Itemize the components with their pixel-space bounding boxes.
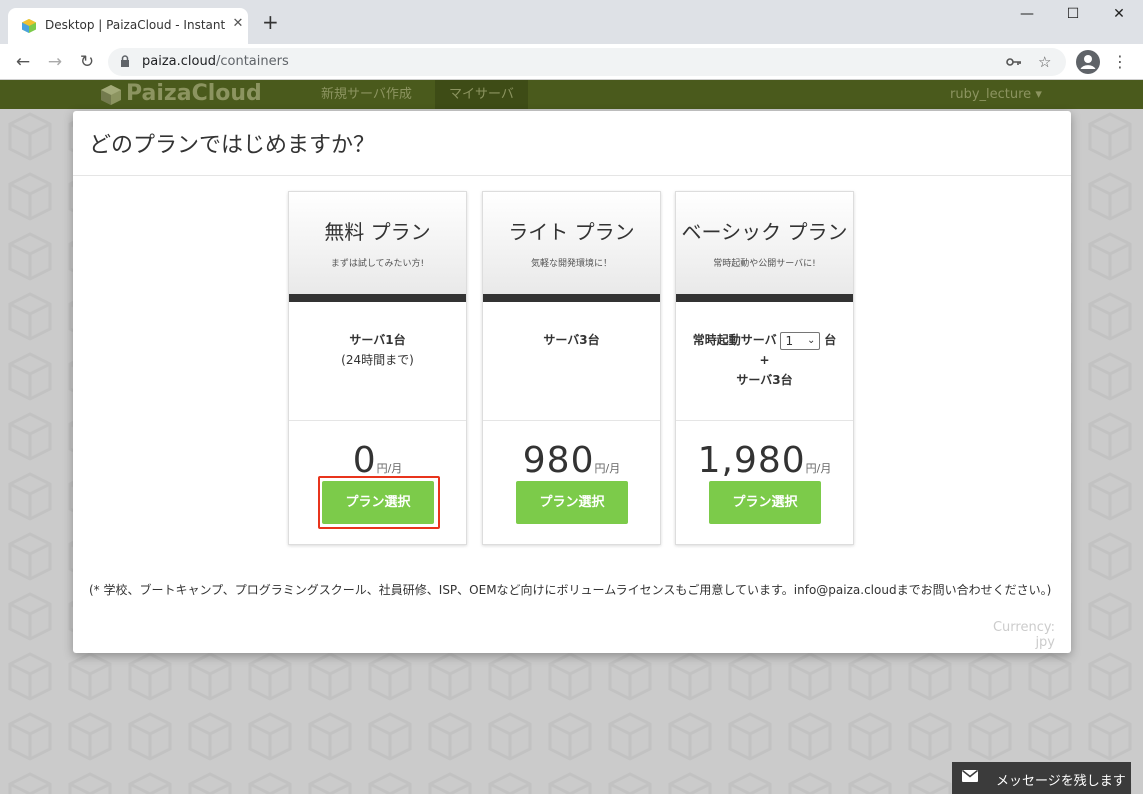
plan-card-lite: ライト プラン 気軽な開発環境に！ サーバ3台 980円/月 プラン選択 [482, 191, 661, 545]
plan-tagline: 気軽な開発環境に！ [530, 259, 612, 269]
plan-price: 980円/月 [483, 440, 660, 481]
plan-separator [289, 420, 466, 421]
lock-icon [121, 55, 129, 67]
plan-servers: サーバ3台 [736, 373, 793, 387]
volume-license-note: (* 学校、ブートキャンプ、プログラミングスクール、社員研修、ISP、OEMなど… [89, 583, 1052, 597]
plan-header: 無料 プラン まずは試してみたい方! [289, 192, 466, 294]
modal-title: どのプランではじめますか？ [89, 133, 376, 158]
profile-avatar-icon[interactable] [1076, 50, 1100, 74]
new-tab-button[interactable]: + [262, 12, 279, 32]
leave-message-widget[interactable]: メッセージを残します [952, 762, 1131, 794]
plan-name: 無料 プラン [324, 220, 431, 244]
app-navbar: PaizaCloud 新規サーバ作成 マイサーバ ruby_lecture ▾ [0, 80, 1143, 109]
browser-tab[interactable]: Desktop | PaizaCloud - Instant Lin ✕ [8, 8, 248, 44]
select-free-plan-button[interactable]: プラン選択 [322, 481, 434, 524]
price-unit: 円/月 [376, 462, 403, 475]
plan-features: サーバ1台 (24時間まで) [289, 330, 466, 370]
select-lite-plan-button[interactable]: プラン選択 [516, 481, 628, 524]
paizacloud-favicon-icon [22, 19, 36, 33]
plan-header: ベーシック プラン 常時起動や公開サーバに! [676, 192, 853, 294]
minimize-button[interactable]: — [1012, 6, 1042, 26]
chevron-down-icon: ⌄ [807, 334, 816, 346]
price-value: 980 [522, 440, 595, 481]
reload-icon[interactable]: ↻ [76, 51, 98, 73]
tab-close-icon[interactable]: ✕ [230, 16, 246, 32]
envelope-icon [962, 770, 978, 782]
close-window-button[interactable]: ✕ [1104, 6, 1134, 26]
plan-features: 常時起動サーバ 1 ⌄ 台 + サーバ3台 [676, 330, 853, 390]
plan-select-modal: どのプランではじめますか？ 無料 プラン まずは試してみたい方! サーバ1台 (… [73, 111, 1071, 653]
message-widget-label: メッセージを残します [996, 774, 1126, 789]
back-arrow-icon[interactable]: ← [12, 51, 34, 73]
plan-bar [289, 294, 466, 302]
plan-price: 0円/月 [289, 440, 466, 481]
key-icon[interactable] [1006, 56, 1022, 68]
plan-card-free: 無料 プラン まずは試してみたい方! サーバ1台 (24時間まで) 0円/月 プ… [288, 191, 467, 545]
plan-bar [483, 294, 660, 302]
tab-title: Desktop | PaizaCloud - Instant Lin [45, 18, 225, 32]
url-text: paiza.cloud/containers [142, 54, 289, 69]
bookmark-star-icon[interactable]: ☆ [1038, 53, 1051, 71]
plan-card-basic: ベーシック プラン 常時起動や公開サーバに! 常時起動サーバ 1 ⌄ 台 + サー… [675, 191, 854, 545]
nav-my-servers[interactable]: マイサーバ [435, 80, 528, 109]
plan-features: サーバ3台 [483, 330, 660, 350]
currency-label: Currency: jpy [992, 620, 1055, 650]
plan-name: ベーシック プラン [681, 220, 848, 244]
browser-toolbar: ← → ↻ paiza.cloud/containers ☆ ⋮ [0, 44, 1143, 80]
modal-divider [73, 175, 1071, 176]
price-unit: 円/月 [594, 462, 621, 475]
plan-tagline: まずは試してみたい方! [330, 259, 425, 269]
user-menu[interactable]: ruby_lecture ▾ [950, 80, 1042, 109]
price-unit: 円/月 [805, 462, 832, 475]
forward-arrow-icon[interactable]: → [44, 51, 66, 73]
always-on-label: 常時起動サーバ [692, 333, 777, 347]
plan-tagline: 常時起動や公開サーバに! [713, 259, 816, 269]
address-bar[interactable]: paiza.cloud/containers ☆ [108, 48, 1066, 76]
plan-separator [483, 420, 660, 421]
browser-titlebar: Desktop | PaizaCloud - Instant Lin ✕ + —… [0, 0, 1143, 44]
plan-header: ライト プラン 気軽な開発環境に！ [483, 192, 660, 294]
browser-menu-icon[interactable]: ⋮ [1112, 52, 1128, 72]
plan-servers: サーバ1台 [349, 333, 406, 347]
plan-servers: サーバ3台 [543, 333, 600, 347]
price-value: 1,980 [697, 440, 806, 481]
plan-price: 1,980円/月 [676, 440, 853, 481]
price-value: 0 [352, 440, 377, 481]
nav-new-server[interactable]: 新規サーバ作成 [307, 80, 426, 109]
logo-cube-icon [101, 85, 121, 105]
plan-separator [676, 420, 853, 421]
select-basic-plan-button[interactable]: プラン選択 [709, 481, 821, 524]
plus-sign: + [759, 353, 770, 367]
always-on-suffix: 台 [824, 333, 837, 347]
maximize-button[interactable]: ☐ [1058, 6, 1088, 26]
plan-bar [676, 294, 853, 302]
always-on-count-select[interactable]: 1 ⌄ [780, 331, 821, 350]
plan-name: ライト プラン [508, 220, 635, 244]
plan-servers-note: (24時間まで) [341, 353, 414, 367]
